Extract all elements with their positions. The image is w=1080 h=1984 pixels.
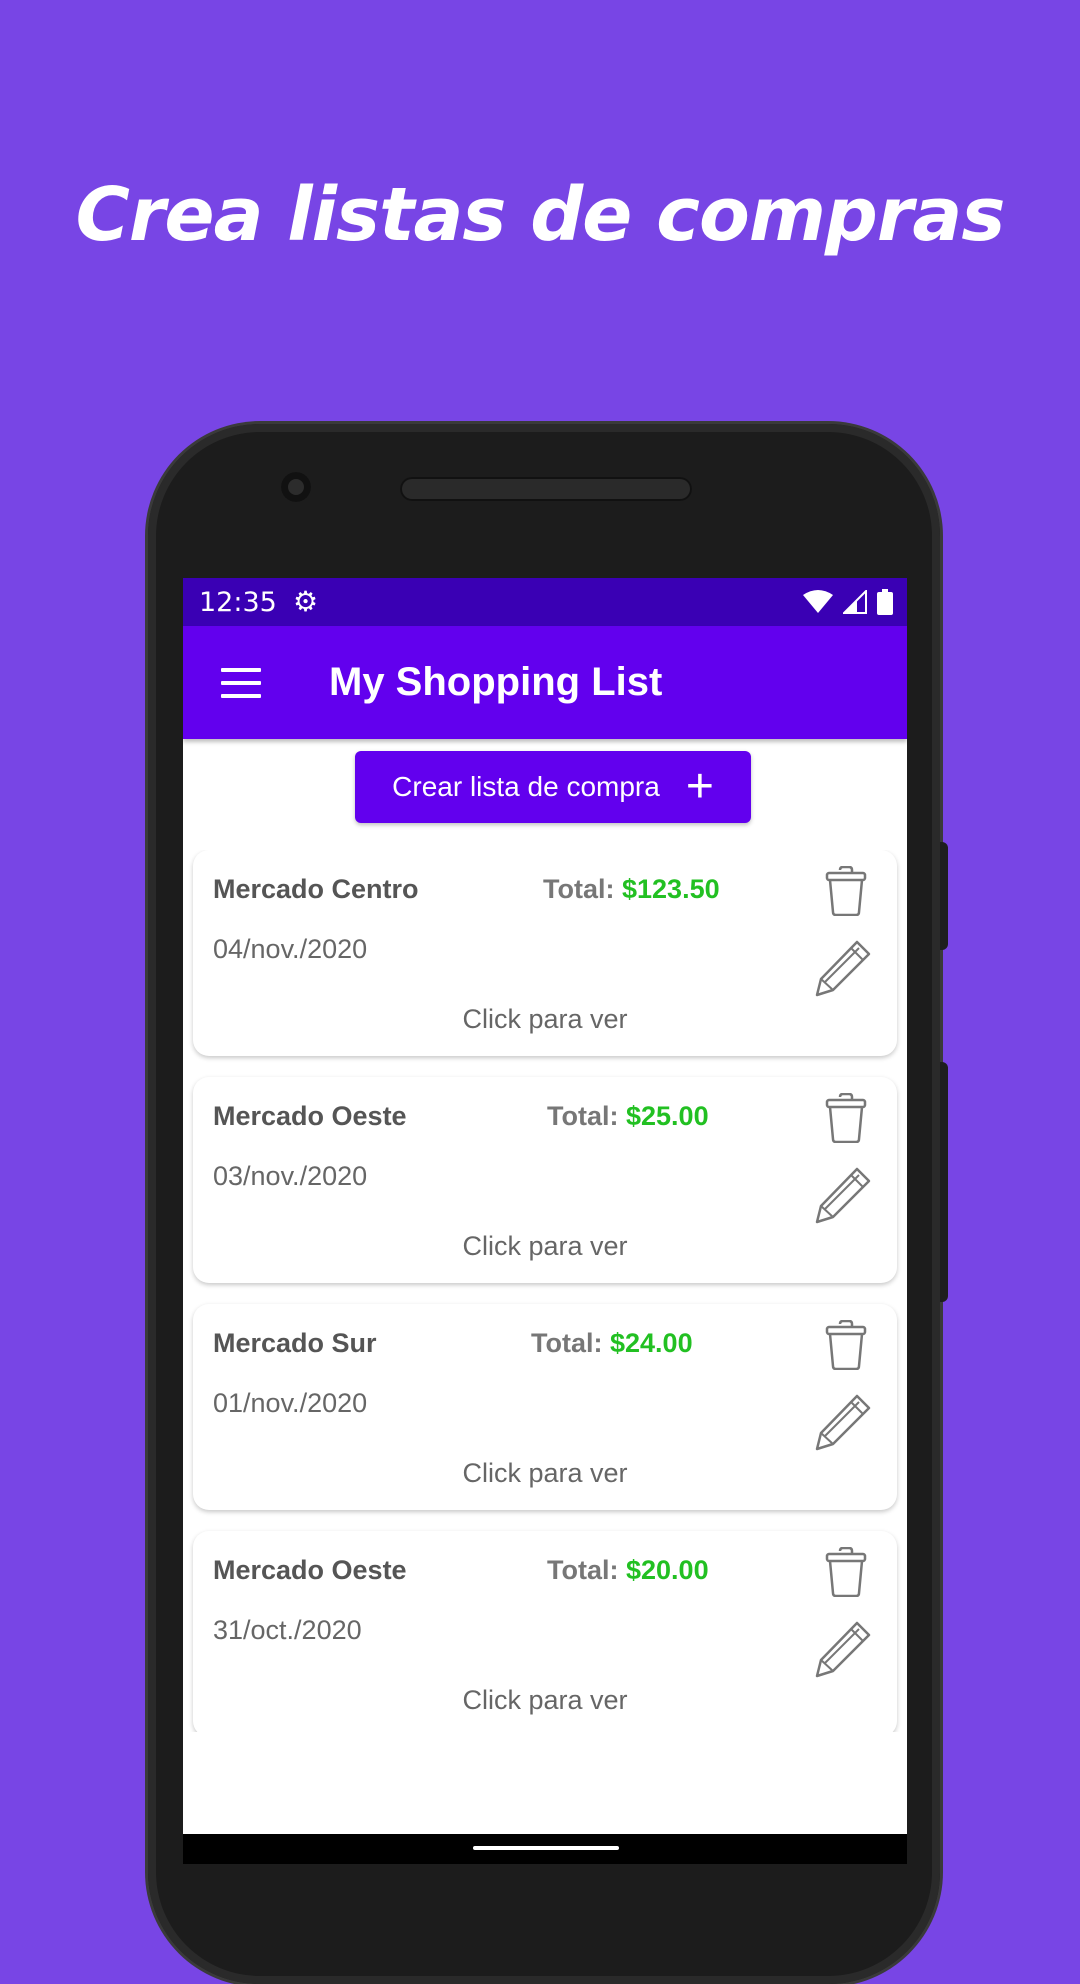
list-card[interactable]: Mercado Centro Total: $123.50 04/nov./20…	[193, 850, 897, 1056]
volume-button	[940, 1062, 948, 1302]
view-list-link[interactable]: Click para ver	[193, 1458, 897, 1489]
pencil-edit-icon[interactable]	[813, 1392, 873, 1452]
status-time: 12:35	[199, 587, 277, 618]
total-label: Total:	[547, 1555, 619, 1585]
pencil-edit-icon[interactable]	[813, 1165, 873, 1225]
view-list-link[interactable]: Click para ver	[193, 1004, 897, 1035]
headline: Crea listas de compras	[75, 172, 1006, 258]
total-label: Total:	[531, 1328, 603, 1358]
market-name: Mercado Sur	[213, 1328, 377, 1358]
shopping-lists: Mercado Centro Total: $123.50 04/nov./20…	[183, 850, 907, 1732]
total-amount: $24.00	[610, 1328, 693, 1358]
total-amount: $20.00	[626, 1555, 709, 1585]
app-bar: My Shopping List	[183, 626, 907, 739]
status-icons	[803, 588, 893, 616]
navigation-bar	[183, 1834, 907, 1864]
list-date: 01/nov./2020	[213, 1388, 368, 1418]
view-list-link[interactable]: Click para ver	[193, 1685, 897, 1716]
view-list-link[interactable]: Click para ver	[193, 1231, 897, 1262]
list-date: 03/nov./2020	[213, 1161, 368, 1191]
market-name: Mercado Centro	[213, 874, 419, 904]
trash-icon[interactable]	[825, 1547, 867, 1597]
list-date: 31/oct./2020	[213, 1615, 362, 1645]
trash-icon[interactable]	[825, 1093, 867, 1143]
pencil-edit-icon[interactable]	[813, 938, 873, 998]
list-card[interactable]: Mercado Oeste Total: $20.00 31/oct./2020…	[193, 1531, 897, 1732]
create-list-label: Crear lista de compra	[392, 771, 660, 802]
status-bar: 12:35 ⚙	[183, 578, 907, 626]
market-name: Mercado Oeste	[213, 1555, 407, 1585]
battery-icon	[877, 589, 893, 615]
list-total: Total: $123.50	[543, 874, 720, 905]
list-total: Total: $25.00	[547, 1101, 709, 1132]
market-name: Mercado Oeste	[213, 1101, 407, 1131]
menu-hamburger-icon[interactable]	[221, 668, 261, 698]
create-list-button[interactable]: Crear lista de compra +	[355, 751, 751, 823]
list-card[interactable]: Mercado Sur Total: $24.00 01/nov./2020 C…	[193, 1304, 897, 1510]
front-camera	[281, 472, 311, 502]
total-amount: $25.00	[626, 1101, 709, 1131]
power-button	[940, 842, 948, 950]
list-card[interactable]: Mercado Oeste Total: $25.00 03/nov./2020…	[193, 1077, 897, 1283]
app-title: My Shopping List	[329, 660, 663, 704]
trash-icon[interactable]	[825, 866, 867, 916]
trash-icon[interactable]	[825, 1320, 867, 1370]
list-total: Total: $20.00	[547, 1555, 709, 1586]
signal-icon	[843, 590, 867, 614]
total-label: Total:	[543, 874, 615, 904]
list-total: Total: $24.00	[531, 1328, 693, 1359]
wifi-icon	[803, 590, 833, 613]
app-screen: 12:35 ⚙ My Shopping List Crear lista de …	[183, 578, 907, 1864]
plus-icon: +	[685, 760, 714, 813]
settings-gear-icon: ⚙	[293, 586, 319, 617]
pencil-edit-icon[interactable]	[813, 1619, 873, 1679]
home-gesture-pill[interactable]	[473, 1846, 619, 1850]
list-date: 04/nov./2020	[213, 934, 368, 964]
total-amount: $123.50	[622, 874, 720, 904]
earpiece-speaker	[400, 477, 692, 501]
total-label: Total:	[547, 1101, 619, 1131]
